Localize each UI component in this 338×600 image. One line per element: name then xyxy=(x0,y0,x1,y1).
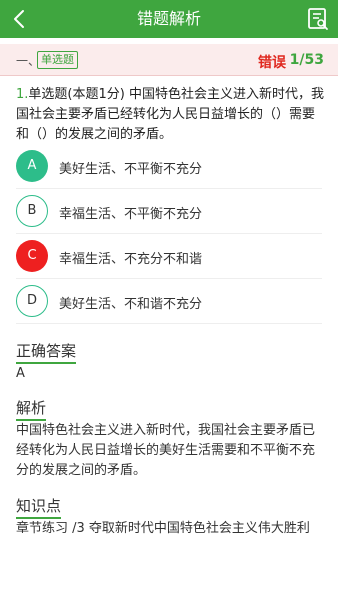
notes-icon xyxy=(308,8,328,30)
option-d[interactable]: D 美好生活、不和谐不充分 xyxy=(16,279,322,324)
top-bar: 错题解析 xyxy=(0,0,338,38)
question-number: 1. xyxy=(16,87,29,102)
correct-answer-value: A xyxy=(16,366,25,381)
question-progress: 1/53 xyxy=(289,52,324,68)
notes-button[interactable] xyxy=(306,6,330,32)
question-type-tag: 单选题 xyxy=(37,51,78,69)
option-letter-badge: D xyxy=(16,285,48,317)
option-label: 幸福生活、不平衡不充分 xyxy=(59,207,203,222)
question-status-bar: 一、 单选题 错误 1/53 xyxy=(0,44,338,76)
option-letter-badge: B xyxy=(16,195,48,227)
option-letter-badge: C xyxy=(16,240,48,272)
correct-answer-title: 正确答案 xyxy=(16,342,77,364)
wrong-status-label: 错误 xyxy=(258,55,286,71)
analysis-text: 中国特色社会主义进入新时代，我国社会主要矛盾已经转化为人民日益增长的美好生活需要… xyxy=(16,423,316,478)
option-letter-badge: A xyxy=(16,150,48,182)
option-label: 幸福生活、不充分不和谐 xyxy=(59,252,203,267)
knowledge-point-text: 章节练习 /3 夺取新时代中国特色社会主义伟大胜利 xyxy=(16,521,310,536)
knowledge-point-title: 知识点 xyxy=(16,497,62,519)
option-a[interactable]: A 美好生活、不平衡不充分 xyxy=(16,144,322,189)
option-label: 美好生活、不平衡不充分 xyxy=(59,162,203,177)
question-body: 单选题(本题1分) 中国特色社会主义进入新时代，我国社会主要矛盾已经转化为人民日… xyxy=(16,87,324,142)
option-b[interactable]: B 幸福生活、不平衡不充分 xyxy=(16,189,322,234)
question-text: 1.单选题(本题1分) 中国特色社会主义进入新时代，我国社会主要矛盾已经转化为人… xyxy=(16,85,326,145)
option-label: 美好生活、不和谐不充分 xyxy=(59,297,203,312)
option-c[interactable]: C 幸福生活、不充分不和谐 xyxy=(16,234,322,279)
analysis-title: 解析 xyxy=(16,399,47,421)
page-title: 错题解析 xyxy=(136,9,201,28)
